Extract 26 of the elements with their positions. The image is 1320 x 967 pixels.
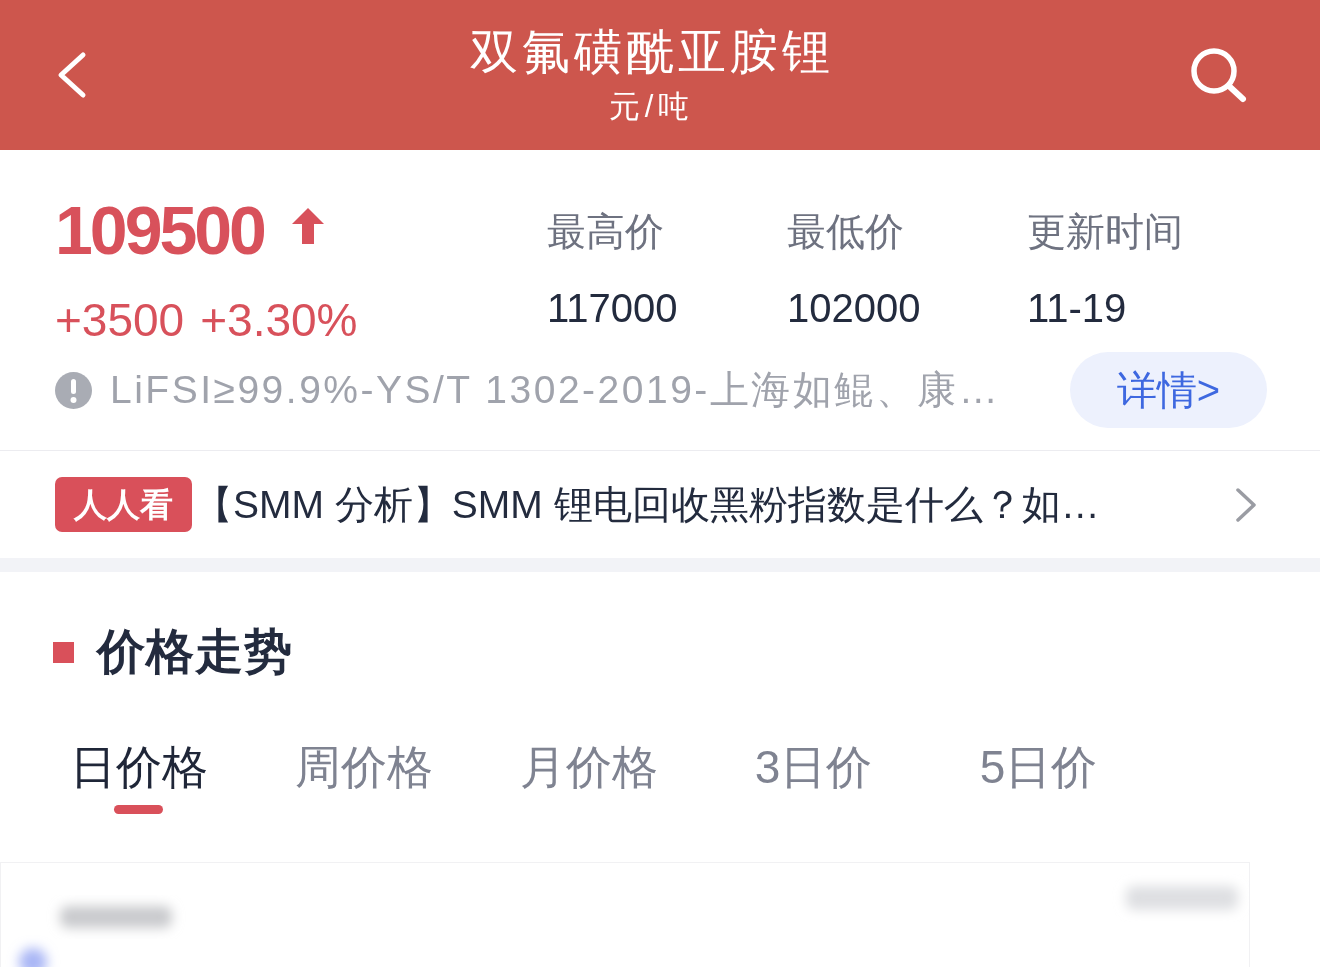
stat-value: 102000 — [787, 285, 922, 332]
price-change: +3500 — [55, 295, 185, 345]
chevron-right-icon — [1235, 486, 1257, 523]
stat-value: 117000 — [547, 285, 679, 332]
section-title: 价格走势 — [97, 624, 293, 680]
news-headline[interactable]: 【SMM 分析】SMM 锂电回收黑粉指数是什么？如… — [194, 479, 1235, 530]
spec-text: LiFSI≥99.9%-YS/T 1302-2019-上海如鲲、康… — [110, 367, 1001, 413]
page-title: 双氟磺酰亚胺锂 — [469, 24, 834, 80]
stat-label: 最高价 — [547, 209, 665, 255]
label-tag: 人人看 — [55, 477, 192, 532]
stat-value: 11-19 — [1027, 285, 1128, 332]
percent-change: +3.30% — [200, 295, 358, 345]
stat-label: 最低价 — [787, 209, 905, 255]
unit-label: 元/吨 — [608, 88, 695, 126]
search-button[interactable] — [1190, 47, 1248, 103]
period-tab[interactable]: 3日价 — [701, 740, 926, 816]
period-tab[interactable]: 日价格 — [26, 740, 251, 816]
search-icon — [1190, 47, 1248, 103]
period-tab[interactable]: 周价格 — [251, 740, 476, 816]
details-button[interactable]: 详情> — [1070, 352, 1267, 428]
marker-icon — [53, 641, 74, 663]
period-tab[interactable]: 5日价 — [926, 740, 1151, 816]
stat-label: 更新时间 — [1027, 209, 1183, 255]
period-tab[interactable]: 月价格 — [476, 740, 701, 816]
current-price: 109500 — [55, 191, 264, 270]
info-icon — [55, 371, 92, 409]
